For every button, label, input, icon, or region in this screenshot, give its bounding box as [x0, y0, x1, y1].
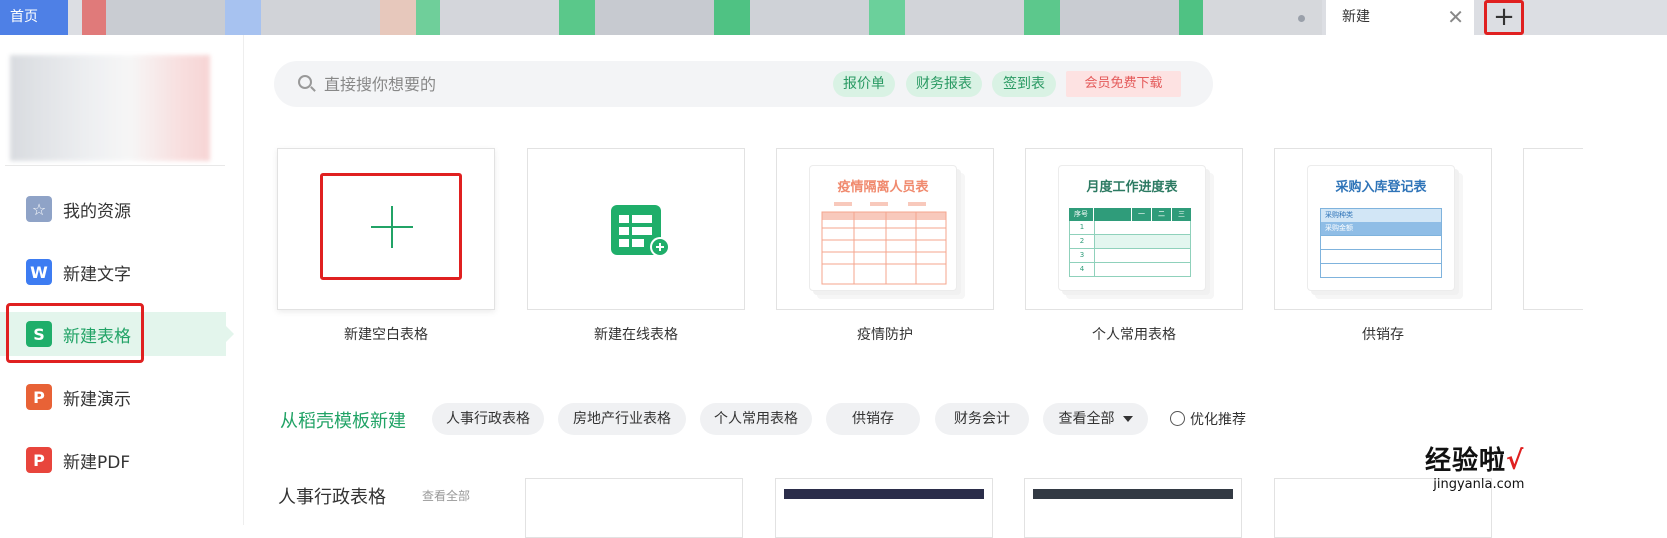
sidebar-item-label: 新建文字	[63, 264, 131, 285]
optimize-recommend-button[interactable]: 优化推荐	[1170, 409, 1246, 429]
search-icon	[298, 75, 312, 89]
pdf-icon: P	[26, 447, 52, 473]
tab-new[interactable]: 新建 ✕	[1326, 0, 1474, 35]
thumbnail-title: 月度工作进度表	[1086, 180, 1178, 195]
card-label: 供销存	[1362, 327, 1404, 343]
category-real-estate[interactable]: 房地产行业表格	[558, 403, 686, 435]
online-sheet-icon	[611, 205, 670, 257]
blurred-tab-strip	[82, 0, 1322, 35]
card-label: 个人常用表格	[1092, 327, 1176, 343]
hr-section-title: 人事行政表格	[278, 487, 386, 508]
thumbnail-grid	[821, 202, 947, 285]
card-label: 疫情防护	[857, 327, 913, 343]
sidebar-item-new-presentation[interactable]: P 新建演示	[0, 375, 226, 419]
thumbnail-title: 采购入库登记表	[1335, 180, 1427, 195]
template-preview-card[interactable]	[775, 478, 993, 538]
search-input[interactable]	[324, 69, 804, 99]
vip-free-download-button[interactable]: 会员免费下载	[1066, 71, 1181, 97]
category-supply-sales[interactable]: 供销存	[826, 403, 920, 435]
tab-home[interactable]: 首页	[0, 0, 68, 35]
category-hr-admin[interactable]: 人事行政表格	[432, 403, 544, 435]
tab-new-label: 新建	[1342, 9, 1370, 25]
chip-quote[interactable]: 报价单	[833, 71, 895, 97]
card-new-online-spreadsheet[interactable]	[527, 148, 745, 310]
template-preview-card[interactable]	[525, 478, 743, 538]
template-section-title: 从稻壳模板新建	[280, 411, 406, 432]
star-icon: ☆	[26, 196, 52, 222]
close-icon[interactable]: ✕	[1447, 0, 1464, 35]
red-highlight-box	[6, 303, 144, 363]
card-label: 新建空白表格	[344, 327, 428, 343]
tab-bar: 首页 新建 ✕ +	[0, 0, 1667, 35]
view-all-dropdown[interactable]: 查看全部	[1043, 403, 1148, 435]
template-preview-card[interactable]	[1024, 478, 1242, 538]
blurred-user-profile	[10, 55, 210, 161]
chip-sign-in-sheet[interactable]: 签到表	[992, 71, 1056, 97]
chip-financial-report[interactable]: 财务报表	[906, 71, 982, 97]
smile-icon	[1170, 411, 1185, 426]
sidebar-item-new-pdf[interactable]: P 新建PDF	[0, 438, 226, 482]
category-finance[interactable]: 财务会计	[935, 403, 1029, 435]
red-highlight-box	[320, 173, 462, 280]
card-label: 新建在线表格	[594, 327, 678, 343]
sidebar-divider	[5, 165, 225, 166]
view-all-label: 查看全部	[1058, 411, 1115, 427]
template-thumbnail: 疫情隔离人员表	[809, 165, 957, 291]
card-supply-sales-template[interactable]: 采购入库登记表 采购种类 采购金额	[1274, 148, 1492, 310]
search-bar: 报价单 财务报表 签到表 会员免费下载	[274, 61, 1213, 107]
writer-icon: W	[26, 259, 52, 285]
optimize-label: 优化推荐	[1190, 412, 1246, 428]
card-partial[interactable]	[1523, 148, 1583, 310]
template-thumbnail: 月度工作进度表 序号 一 二 三 1 2 3 4	[1058, 165, 1206, 291]
view-all-link[interactable]: 查看全部	[422, 487, 470, 504]
sidebar-item-label: 新建PDF	[63, 452, 131, 473]
new-tab-plus-button[interactable]: +	[1484, 0, 1524, 35]
thumbnail-grid: 序号 一 二 三 1 2 3 4	[1069, 208, 1191, 277]
card-epidemic-template[interactable]: 疫情隔离人员表	[776, 148, 994, 310]
card-new-blank-spreadsheet[interactable]	[277, 148, 495, 310]
sidebar-item-new-writer[interactable]: W 新建文字	[0, 250, 226, 294]
chevron-down-icon	[1122, 416, 1133, 422]
sidebar-item-label: 新建演示	[63, 389, 131, 410]
template-thumbnail: 采购入库登记表 采购种类 采购金额	[1307, 165, 1455, 291]
category-personal[interactable]: 个人常用表格	[700, 403, 812, 435]
tab-overflow-dot	[1298, 15, 1305, 22]
sidebar-item-label: 我的资源	[63, 201, 131, 222]
card-personal-template[interactable]: 月度工作进度表 序号 一 二 三 1 2 3 4	[1025, 148, 1243, 310]
thumbnail-grid: 采购种类 采购金额	[1320, 208, 1442, 278]
site-watermark: 经验啦√ jingyanla.com	[1425, 446, 1525, 492]
sidebar-item-my-resources[interactable]: ☆ 我的资源	[0, 187, 226, 231]
thumbnail-title: 疫情隔离人员表	[837, 180, 929, 195]
presentation-icon: P	[26, 384, 52, 410]
